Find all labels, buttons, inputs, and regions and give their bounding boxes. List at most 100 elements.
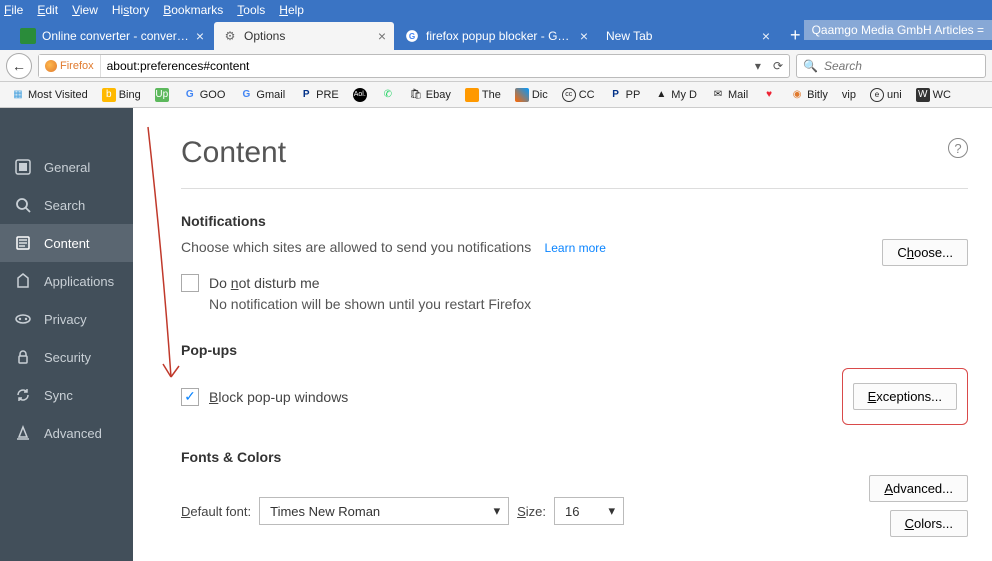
main: General Search Content Applications Priv… — [0, 108, 992, 561]
dnd-checkbox[interactable] — [181, 274, 199, 292]
bookmark-dic[interactable]: Dic — [510, 86, 553, 104]
mail-icon: ✉ — [711, 88, 725, 102]
tab-options[interactable]: ⚙ Options × — [214, 22, 394, 50]
bookmark-gmail[interactable]: GGmail — [234, 86, 290, 104]
help-icon[interactable]: ? — [948, 138, 968, 158]
bookmark-mail[interactable]: ✉Mail — [706, 86, 753, 104]
tab-new-tab[interactable]: New Tab × — [598, 22, 778, 50]
url-input[interactable] — [101, 55, 749, 77]
search-icon: 🔍 — [797, 59, 824, 73]
bookmark-bitly[interactable]: ◉Bitly — [785, 86, 833, 104]
bookmarks-toolbar: ▦Most Visited bBing Up GGOO GGmail PPRE … — [0, 82, 992, 108]
sidebar-item-security[interactable]: Security — [0, 338, 133, 376]
size-label: Size: — [517, 504, 546, 519]
search-bar[interactable]: 🔍 — [796, 54, 986, 78]
section-notifications-heading: Notifications — [181, 213, 968, 229]
close-icon[interactable]: × — [762, 28, 770, 44]
section-popups-heading: Pop-ups — [181, 342, 968, 358]
lock-icon — [14, 348, 32, 366]
sidebar-item-privacy[interactable]: Privacy — [0, 300, 133, 338]
uni-icon: e — [870, 88, 884, 102]
chevron-down-icon: ▾ — [608, 503, 615, 519]
bookmark-goo[interactable]: GGOO — [178, 86, 231, 104]
identity-box[interactable]: Firefox — [39, 55, 101, 77]
paypal-icon: P — [609, 88, 623, 102]
bookmark-myd[interactable]: ▲My D — [649, 86, 702, 104]
menu-view[interactable]: View — [72, 3, 98, 17]
menu-history[interactable]: History — [112, 3, 149, 17]
privacy-icon — [14, 310, 32, 328]
tab-online-converter[interactable]: Online converter - convert ... × — [12, 22, 212, 50]
menu-edit[interactable]: Edit — [37, 3, 58, 17]
nav-toolbar: ← Firefox ▾ ⟳ 🔍 — [0, 50, 992, 82]
close-icon[interactable]: × — [378, 28, 386, 44]
preferences-content: ? Content Notifications Choose which sit… — [133, 108, 992, 561]
block-popups-checkbox[interactable]: ✓ — [181, 388, 199, 406]
divider — [181, 188, 968, 189]
bookmark-most-visited[interactable]: ▦Most Visited — [6, 86, 93, 104]
sidebar-item-content[interactable]: Content — [0, 224, 133, 262]
bookmark-upwork[interactable]: Up — [150, 86, 174, 104]
bing-icon: b — [102, 88, 116, 102]
default-font-label: Default font: — [181, 504, 251, 519]
bookmark-bing[interactable]: bBing — [97, 86, 146, 104]
reload-icon[interactable]: ⟳ — [767, 59, 789, 73]
notifications-desc: Choose which sites are allowed to send y… — [181, 239, 531, 255]
bookmark-aol[interactable]: Aol. — [348, 86, 372, 104]
wc-icon: W — [916, 88, 930, 102]
menu-bookmarks[interactable]: Bookmarks — [163, 3, 223, 17]
identity-label: Firefox — [60, 60, 94, 72]
close-icon[interactable]: × — [580, 28, 588, 44]
bookmark-pp[interactable]: PPP — [604, 86, 646, 104]
bookmark-the[interactable]: The — [460, 86, 506, 104]
bookmark-heart[interactable]: ♥ — [757, 86, 781, 104]
font-size-select[interactable]: 16▾ — [554, 497, 624, 525]
sidebar-item-general[interactable]: General — [0, 148, 133, 186]
menu-help[interactable]: Help — [279, 3, 304, 17]
bookmark-cc[interactable]: ccCC — [557, 86, 600, 104]
dnd-hint: No notification will be shown until you … — [209, 296, 968, 312]
google-icon: G — [239, 88, 253, 102]
search-input[interactable] — [824, 59, 985, 73]
dnd-label: Do not disturb me — [209, 275, 320, 291]
sidebar-item-sync[interactable]: Sync — [0, 376, 133, 414]
url-bar[interactable]: Firefox ▾ ⟳ — [38, 54, 790, 78]
favicon-google: G — [404, 28, 420, 44]
menu-tools[interactable]: Tools — [237, 3, 265, 17]
exceptions-button[interactable]: Exceptions... — [853, 383, 957, 410]
bookmark-whatsapp[interactable]: ✆ — [376, 86, 400, 104]
tab-google-search[interactable]: G firefox popup blocker - Goo... × — [396, 22, 596, 50]
bookmark-uni[interactable]: euni — [865, 86, 907, 104]
bookmark-vip[interactable]: vip — [837, 87, 861, 103]
sidebar-item-applications[interactable]: Applications — [0, 262, 133, 300]
search-icon — [14, 196, 32, 214]
colors-button[interactable]: Colors... — [890, 510, 968, 537]
heart-icon: ♥ — [762, 88, 776, 102]
close-icon[interactable]: × — [196, 28, 204, 44]
autocomplete-caret-icon[interactable]: ▾ — [749, 59, 767, 73]
section-fonts-heading: Fonts & Colors — [181, 449, 968, 465]
back-button[interactable]: ← — [6, 53, 32, 79]
block-popups-label: Block pop-up windows — [209, 389, 348, 405]
the-icon — [465, 88, 479, 102]
page-title: Content — [181, 136, 968, 170]
advanced-fonts-button[interactable]: Advanced... — [869, 475, 968, 502]
general-icon — [14, 158, 32, 176]
learn-more-link[interactable]: Learn more — [545, 241, 606, 255]
notification-banner[interactable]: Qaamgo Media GmbH Articles = — [804, 20, 992, 40]
bookmark-ebay[interactable]: 🛍Ebay — [404, 86, 456, 104]
tab-label: Online converter - convert ... — [42, 29, 190, 43]
menu-file[interactable]: File — [4, 3, 23, 17]
sidebar-item-advanced[interactable]: Advanced — [0, 414, 133, 452]
bitly-icon: ◉ — [790, 88, 804, 102]
bookmark-wc[interactable]: WWC — [911, 86, 956, 104]
bookmark-pre[interactable]: PPRE — [294, 86, 344, 104]
default-font-select[interactable]: Times New Roman▾ — [259, 497, 509, 525]
content-icon — [14, 234, 32, 252]
aol-icon: Aol. — [353, 88, 367, 102]
choose-button[interactable]: Choose... — [882, 239, 968, 266]
chevron-down-icon: ▾ — [494, 503, 501, 519]
ebay-icon: 🛍 — [409, 88, 423, 102]
star-icon: ▦ — [11, 88, 25, 102]
sidebar-item-search[interactable]: Search — [0, 186, 133, 224]
